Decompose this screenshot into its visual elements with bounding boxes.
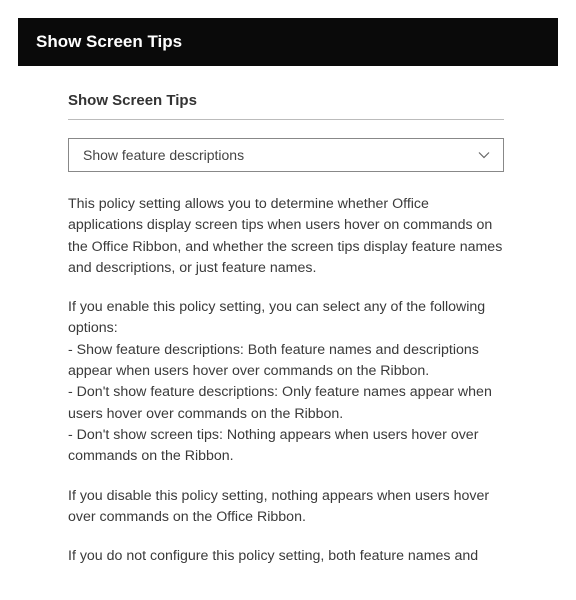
- enable-lead: If you enable this policy setting, you c…: [68, 297, 504, 340]
- option-line: - Don't show screen tips: Nothing appear…: [68, 425, 504, 468]
- dialog-title: Show Screen Tips: [36, 32, 182, 51]
- dialog-frame: Show Screen Tips Show Screen Tips Show f…: [0, 0, 576, 600]
- option-line: - Don't show feature descriptions: Only …: [68, 382, 504, 425]
- dialog-header: Show Screen Tips: [18, 18, 558, 66]
- description-intro: This policy setting allows you to determ…: [68, 194, 504, 279]
- scroll-area[interactable]: Show Screen Tips Show feature descriptio…: [18, 66, 558, 571]
- screen-tips-dropdown[interactable]: Show feature descriptions: [68, 138, 504, 172]
- section-title: Show Screen Tips: [68, 92, 504, 120]
- chevron-down-icon: [477, 148, 491, 162]
- description-enable-block: If you enable this policy setting, you c…: [68, 297, 504, 467]
- description-disable: If you disable this policy setting, noth…: [68, 486, 504, 529]
- description-notconfig: If you do not configure this policy sett…: [68, 546, 504, 571]
- dropdown-selected-label: Show feature descriptions: [83, 147, 244, 163]
- dropdown-row: Show feature descriptions: [68, 138, 504, 172]
- option-line: - Show feature descriptions: Both featur…: [68, 340, 504, 383]
- content-body: Show Screen Tips Show feature descriptio…: [18, 66, 554, 571]
